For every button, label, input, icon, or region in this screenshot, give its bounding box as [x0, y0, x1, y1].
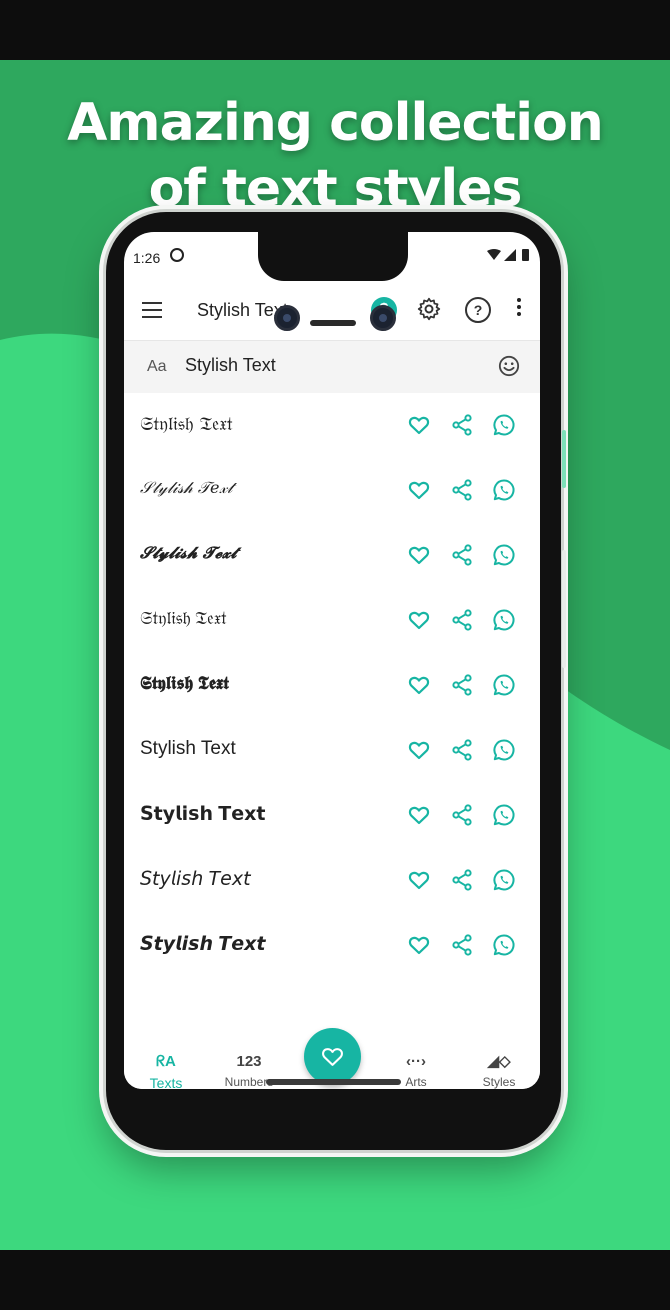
camera-notch: [258, 232, 408, 281]
front-camera-left: [274, 305, 300, 331]
nav-styles-label: Styles: [482, 1075, 516, 1089]
heart-icon[interactable]: [407, 868, 431, 892]
emoji-icon[interactable]: [498, 355, 520, 377]
phone-volume-button: [562, 550, 566, 668]
do-not-disturb-icon: [170, 248, 184, 262]
share-icon[interactable]: [450, 543, 474, 567]
style-row[interactable]: 𝒮𝓉𝓎𝓁𝒾𝓈𝒽 𝒯𝑒𝓍𝓉: [124, 458, 540, 523]
styled-text[interactable]: 𝔖𝔱𝔶𝔩𝔦𝔰𝔥 𝔗𝔢𝔵𝔱: [140, 608, 227, 629]
share-icon[interactable]: [450, 933, 474, 957]
whatsapp-icon[interactable]: [492, 738, 516, 762]
menu-icon[interactable]: [142, 302, 162, 318]
phone-bottom-bezel-bar: [266, 1079, 401, 1085]
whatsapp-icon[interactable]: [492, 803, 516, 827]
share-icon[interactable]: [450, 868, 474, 892]
styled-text[interactable]: 𝒮𝓉𝓎𝓁𝒾𝓈𝒽 𝒯𝑒𝓍𝓉: [140, 478, 232, 498]
texts-icon: ᖇA: [156, 1053, 176, 1070]
numbers-icon: 123: [236, 1053, 262, 1070]
whatsapp-icon[interactable]: [492, 543, 516, 567]
whatsapp-icon[interactable]: [492, 608, 516, 632]
heart-icon[interactable]: [407, 608, 431, 632]
share-icon[interactable]: [450, 738, 474, 762]
styles-icon: ◢◇: [487, 1053, 511, 1070]
heart-icon[interactable]: [407, 478, 431, 502]
style-row[interactable]: 𝓢𝓽𝔂𝓵𝓲𝓼𝓱 𝓣𝓮𝔁𝓽: [124, 523, 540, 588]
style-list: 𝔖𝔱𝔶𝔩𝔦𝔰𝔥 𝔗𝔢𝔵𝔱 𝒮𝓉𝓎𝓁𝒾𝓈𝒽 𝒯𝑒𝓍𝓉 𝓢𝓽𝔂𝓵𝓲𝓼𝓱 𝓣𝓮𝔁𝓽 𝔖𝔱𝔶𝔩…: [124, 393, 540, 978]
app-bar: Stylish Text $ ?: [124, 284, 540, 341]
style-row[interactable]: 𝔖𝔱𝔶𝔩𝔦𝔰𝔥 𝔗𝔢𝔵𝔱: [124, 588, 540, 653]
gear-icon[interactable]: [416, 296, 442, 322]
style-row[interactable]: 𝔖𝔱𝔶𝔩𝔦𝔰𝔥 𝔗𝔢𝔵𝔱: [124, 393, 540, 458]
share-icon[interactable]: [450, 413, 474, 437]
styled-text[interactable]: 𝓢𝓽𝔂𝓵𝓲𝓼𝓱 𝓣𝓮𝔁𝓽: [140, 543, 237, 563]
help-icon[interactable]: ?: [465, 297, 491, 323]
style-row[interactable]: 𝕾𝖙𝖞𝖑𝖎𝖘𝖍 𝕿𝖊𝖝𝖙: [124, 653, 540, 718]
heart-icon[interactable]: [407, 933, 431, 957]
heart-icon[interactable]: [407, 738, 431, 762]
status-icons: [486, 248, 532, 265]
arts-icon: ‹··›: [406, 1053, 426, 1070]
heart-icon[interactable]: [407, 673, 431, 697]
headline-line-1: Amazing collection: [67, 93, 604, 153]
favorites-fab[interactable]: [304, 1028, 361, 1085]
whatsapp-icon[interactable]: [492, 868, 516, 892]
share-icon[interactable]: [450, 608, 474, 632]
style-row[interactable]: 𝗦𝘁𝘆𝗹𝗶𝘀𝗵 𝗧𝗲𝘅𝘁: [124, 783, 540, 848]
style-row[interactable]: 𝙎𝙩𝙮𝙡𝙞𝙨𝙝 𝙏𝙚𝙭𝙩: [124, 913, 540, 978]
text-input-bar[interactable]: Aa Stylish Text: [124, 341, 540, 393]
whatsapp-icon[interactable]: [492, 413, 516, 437]
signal-battery-icon: [487, 249, 529, 261]
front-camera-right: [370, 305, 396, 331]
status-time: 1:26: [133, 250, 161, 266]
whatsapp-icon[interactable]: [492, 478, 516, 502]
promo-headline: Amazing collection of text styles: [0, 90, 670, 222]
heart-icon: [322, 1048, 343, 1066]
nav-styles[interactable]: ◢◇ Styles: [464, 1052, 534, 1089]
bottom-black-bar: [0, 1250, 670, 1310]
nav-texts[interactable]: ᖇA Texts: [131, 1052, 201, 1089]
nav-texts-label: Texts: [149, 1075, 183, 1089]
share-icon[interactable]: [450, 673, 474, 697]
top-black-bar: [0, 0, 670, 60]
phone-side-button: [562, 430, 566, 488]
whatsapp-icon[interactable]: [492, 933, 516, 957]
share-icon[interactable]: [450, 478, 474, 502]
styled-text[interactable]: 𝗦𝘁𝘆𝗹𝗶𝘀𝗵 𝗧𝗲𝘅𝘁: [140, 803, 265, 826]
styled-text[interactable]: Stylish Text: [140, 738, 236, 760]
style-row[interactable]: 𝘚𝘵𝘺𝘭𝘪𝘴𝘩 𝘛𝘦𝘹𝘵: [124, 848, 540, 913]
styled-text[interactable]: 𝘚𝘵𝘺𝘭𝘪𝘴𝘩 𝘛𝘦𝘹𝘵: [140, 868, 251, 891]
phone-screen: 1:26 Stylish Text $ ? Aa Stylish Text: [124, 232, 540, 1089]
whatsapp-icon[interactable]: [492, 673, 516, 697]
heart-icon[interactable]: [407, 803, 431, 827]
font-size-icon: Aa: [147, 358, 167, 375]
style-row[interactable]: Stylish Text: [124, 718, 540, 783]
styled-text[interactable]: 𝙎𝙩𝙮𝙡𝙞𝙨𝙝 𝙏𝙚𝙭𝙩: [140, 933, 265, 956]
heart-icon[interactable]: [407, 543, 431, 567]
earpiece-speaker: [310, 320, 356, 326]
more-vert-icon[interactable]: [516, 298, 522, 320]
share-icon[interactable]: [450, 803, 474, 827]
styled-text[interactable]: 𝕾𝖙𝖞𝖑𝖎𝖘𝖍 𝕿𝖊𝖝𝖙: [140, 673, 229, 694]
text-input[interactable]: Stylish Text: [185, 355, 276, 376]
styled-text[interactable]: 𝔖𝔱𝔶𝔩𝔦𝔰𝔥 𝔗𝔢𝔵𝔱: [140, 413, 233, 435]
heart-icon[interactable]: [407, 413, 431, 437]
